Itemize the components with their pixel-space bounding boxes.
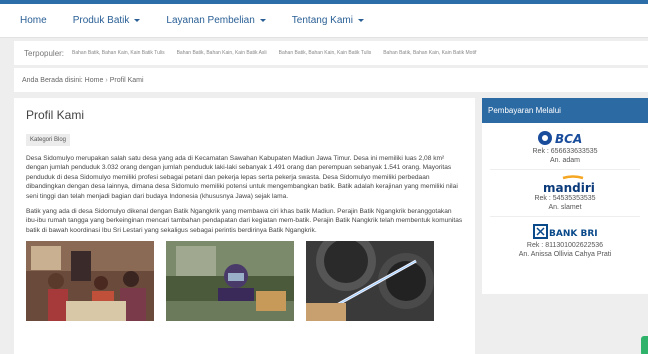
breadcrumb: Anda Berada disini: Home › Profil Kami — [14, 68, 648, 92]
payment-sidebar: Pembayaran Melalui BCA Rek : 65663363353… — [482, 98, 648, 294]
nav-produk-batik[interactable]: Produk Batik — [73, 15, 141, 26]
bri-account-holder: An. Anissa Ollivia Cahya Prati — [518, 251, 612, 258]
popular-bar: Terpopuler: Bahan Batik, Bahan Kain, Kai… — [14, 41, 648, 65]
nav-layanan-pembelian[interactable]: Layanan Pembelian — [166, 15, 266, 26]
bca-account-holder: An. adam — [550, 157, 580, 164]
bank-item-bca: BCA Rek : 656633633535 An. adam — [482, 129, 648, 170]
nav-produk-batik-label: Produk Batik — [72, 15, 130, 26]
mandiri-logo-icon: mandiri — [482, 175, 648, 195]
bca-logo-text: BCA — [555, 132, 582, 146]
caret-down-icon — [134, 19, 141, 22]
popular-link[interactable]: Bahan Batik, Bahan Kain, Kain Batik Moti… — [383, 50, 476, 56]
gallery-photo-batik-maker[interactable] — [166, 241, 294, 322]
breadcrumb-separator: › — [105, 76, 108, 84]
bca-logo-icon: BCA — [482, 129, 648, 147]
sidebar-title: Pembayaran Melalui — [482, 98, 648, 123]
category-badge[interactable]: Kategori Blog — [26, 134, 71, 146]
popular-link[interactable]: Bahan Batik, Bahan Kain, Kain Batik Tuli… — [72, 50, 165, 56]
article-paragraph: Desa Sidomulyo merupakan salah satu desa… — [26, 155, 458, 200]
page-title: Profil Kami — [26, 108, 85, 122]
nav-tentang-kami[interactable]: Tentang Kami — [292, 15, 364, 26]
nav-layanan-pembelian-label: Layanan Pembelian — [166, 15, 255, 26]
popular-label: Terpopuler: — [24, 48, 65, 58]
mandiri-account-number: Rek : 54535353535 — [534, 195, 596, 202]
bank-item-mandiri: mandiri Rek : 54535353535 An. slamet — [482, 175, 648, 217]
main-navigation: Home Produk Batik Layanan Pembelian Tent… — [0, 4, 648, 38]
bri-account-number: Rek : 811301002622536 — [526, 242, 604, 249]
article-paragraph: Batik yang ada di desa Sidomulyo dikenal… — [26, 208, 463, 234]
nav-home[interactable]: Home — [20, 15, 47, 26]
nav-home-label: Home — [20, 15, 47, 26]
bank-divider — [490, 169, 640, 170]
caret-down-icon — [357, 19, 364, 22]
popular-link[interactable]: Bahan Batik, Bahan Kain, Kain Batik Asli — [177, 50, 267, 56]
mandiri-logo-text: mandiri — [543, 181, 595, 195]
photo-gallery — [26, 241, 463, 322]
gallery-photo-canting[interactable] — [306, 241, 434, 322]
breadcrumb-prefix: Anda Berada disini: — [22, 76, 83, 84]
bank-divider — [490, 216, 640, 217]
caret-down-icon — [259, 19, 266, 22]
gallery-photo-workshop[interactable] — [26, 241, 154, 322]
bri-logo-text: BANK BRI — [549, 229, 597, 239]
main-content: Profil Kami Kategori Blog Desa Sidomulyo… — [14, 98, 475, 354]
bca-account-number: Rek : 656633633535 — [532, 148, 598, 155]
mandiri-account-holder: An. slamet — [548, 204, 582, 211]
popular-link[interactable]: Bahan Batik, Bahan Kain, Kain Batik Tuli… — [279, 50, 372, 56]
bri-logo-icon: BANK BRI — [482, 223, 648, 241]
breadcrumb-home-link[interactable]: Home — [85, 77, 104, 84]
nav-tentang-kami-label: Tentang Kami — [291, 15, 353, 26]
bank-item-bri: BANK BRI Rek : 811301002622536 An. Aniss… — [482, 223, 648, 259]
floating-chat-button[interactable] — [641, 336, 648, 354]
breadcrumb-current: Profil Kami — [109, 76, 144, 84]
